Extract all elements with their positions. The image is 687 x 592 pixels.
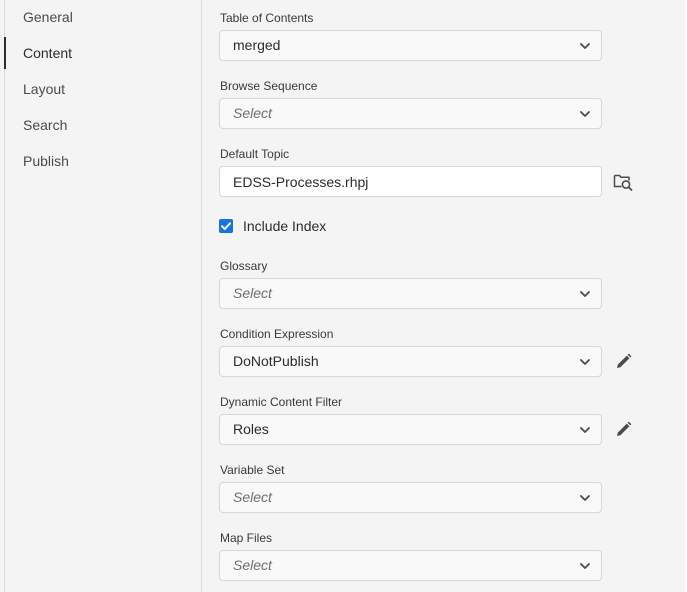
default-topic-label: Default Topic bbox=[220, 147, 290, 161]
variable-set-placeholder: Select bbox=[233, 489, 272, 505]
dynamic-content-filter-value: Roles bbox=[233, 421, 269, 437]
browse-sequence-select[interactable]: Select bbox=[219, 98, 602, 129]
sidebar-item-content[interactable]: Content bbox=[4, 37, 201, 69]
include-index-checkbox[interactable] bbox=[219, 219, 233, 233]
edit-filter-pencil-icon[interactable] bbox=[612, 419, 634, 441]
sidebar-divider bbox=[201, 0, 202, 592]
sidebar-item-publish[interactable]: Publish bbox=[5, 145, 201, 177]
chevron-down-icon bbox=[580, 111, 590, 117]
browse-sequence-label: Browse Sequence bbox=[220, 79, 318, 93]
include-index-label[interactable]: Include Index bbox=[243, 218, 326, 234]
map-files-select[interactable]: Select bbox=[219, 550, 602, 581]
variable-set-label: Variable Set bbox=[220, 463, 285, 477]
chevron-down-icon bbox=[580, 495, 590, 501]
glossary-label: Glossary bbox=[220, 259, 268, 273]
sidebar-item-general[interactable]: General bbox=[5, 1, 201, 33]
checkmark-icon bbox=[221, 222, 231, 230]
glossary-placeholder: Select bbox=[233, 285, 272, 301]
toc-value: merged bbox=[233, 37, 281, 53]
browse-sequence-placeholder: Select bbox=[233, 105, 272, 121]
sidebar-item-layout[interactable]: Layout bbox=[5, 73, 201, 105]
condition-expression-value: DoNotPublish bbox=[233, 353, 319, 369]
map-files-placeholder: Select bbox=[233, 557, 272, 573]
folder-search-icon[interactable] bbox=[612, 170, 634, 192]
condition-expression-label: Condition Expression bbox=[220, 327, 334, 341]
glossary-select[interactable]: Select bbox=[219, 278, 602, 309]
chevron-down-icon bbox=[580, 291, 590, 297]
sidebar-item-search[interactable]: Search bbox=[5, 109, 201, 141]
chevron-down-icon bbox=[580, 359, 590, 365]
dynamic-content-filter-select[interactable]: Roles bbox=[219, 414, 602, 445]
dynamic-content-filter-label: Dynamic Content Filter bbox=[220, 395, 343, 409]
toc-select[interactable]: merged bbox=[219, 30, 602, 61]
chevron-down-icon bbox=[580, 427, 590, 433]
settings-sidebar: General Content Layout Search Publish bbox=[4, 0, 201, 592]
publish-settings-panel: General Content Layout Search Publish Ta… bbox=[0, 0, 687, 592]
chevron-down-icon bbox=[580, 43, 590, 49]
toc-label: Table of Contents bbox=[220, 11, 314, 25]
condition-expression-select[interactable]: DoNotPublish bbox=[219, 346, 602, 377]
map-files-label: Map Files bbox=[220, 531, 273, 545]
chevron-down-icon bbox=[580, 563, 590, 569]
default-topic-input[interactable] bbox=[219, 166, 602, 197]
variable-set-select[interactable]: Select bbox=[219, 482, 602, 513]
edit-condition-pencil-icon[interactable] bbox=[612, 351, 634, 373]
